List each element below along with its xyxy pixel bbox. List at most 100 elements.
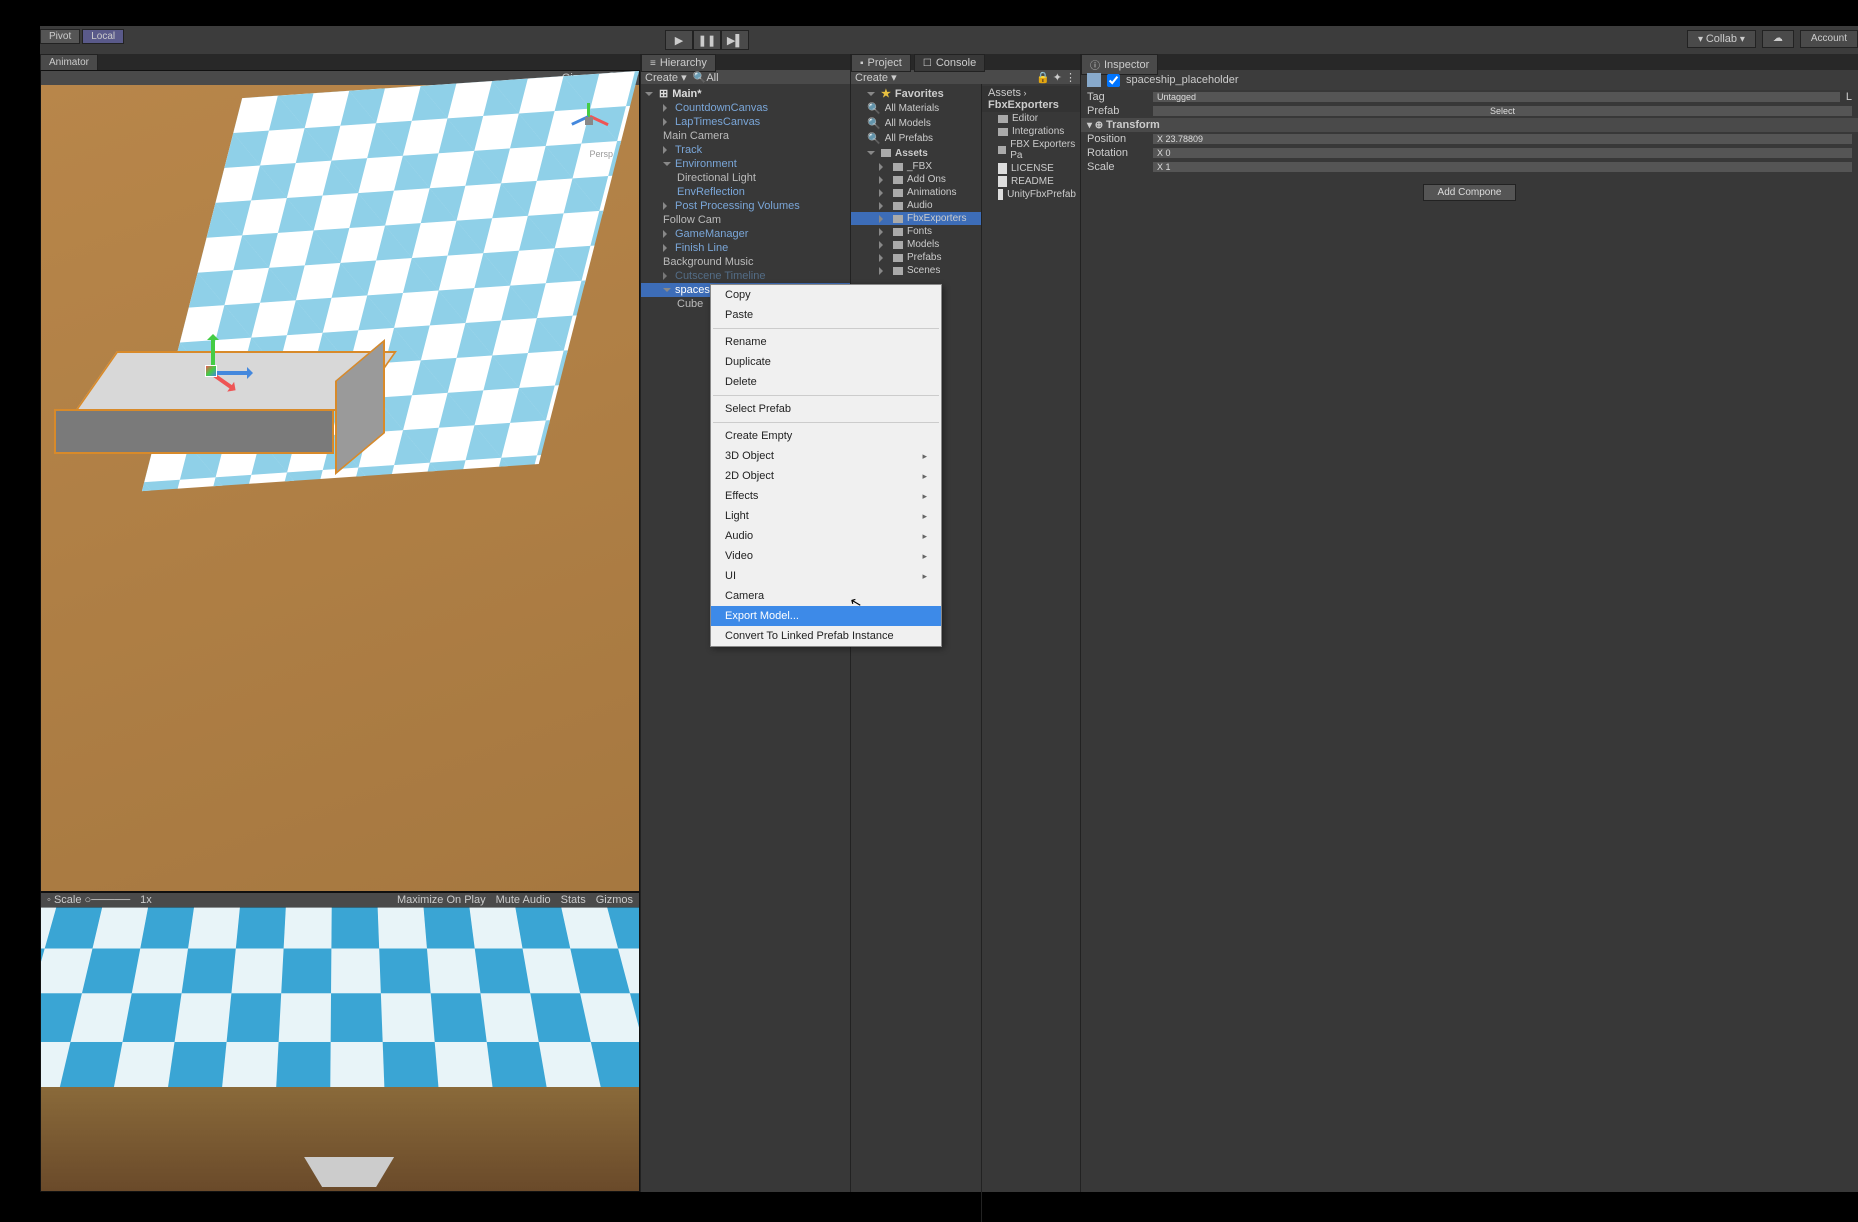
project-asset[interactable]: FBX Exporters Pa: [982, 138, 1080, 162]
context-menu-item[interactable]: Export Model...: [711, 606, 941, 626]
project-folder[interactable]: Fonts: [851, 225, 981, 238]
scale-x-field[interactable]: X 1: [1153, 162, 1852, 172]
crumb-0[interactable]: Assets: [988, 87, 1021, 99]
cloud-button[interactable]: ☁: [1762, 30, 1794, 48]
project-asset[interactable]: Integrations: [982, 125, 1080, 138]
hierarchy-item[interactable]: Main Camera: [641, 129, 850, 143]
hierarchy-scene-row[interactable]: ⊞ Main*: [641, 86, 850, 101]
tag-dropdown[interactable]: Untagged: [1153, 92, 1840, 102]
hierarchy-item[interactable]: Background Music: [641, 255, 850, 269]
prefab-select-button[interactable]: Select: [1153, 106, 1852, 116]
maximize-toggle[interactable]: Maximize On Play: [397, 894, 486, 906]
add-component-button[interactable]: Add Compone: [1423, 184, 1517, 201]
project-folder[interactable]: Audio: [851, 199, 981, 212]
hierarchy-search-hint: All: [706, 72, 718, 84]
favorites-label: Favorites: [895, 88, 944, 100]
assets-header[interactable]: Assets: [851, 146, 981, 160]
hierarchy-scene-name: Main*: [672, 88, 701, 100]
local-toggle[interactable]: Local: [82, 29, 124, 44]
context-menu-item[interactable]: UI▸: [711, 566, 941, 586]
play-button[interactable]: ▶: [665, 30, 693, 50]
context-menu-item[interactable]: Duplicate: [711, 352, 941, 372]
context-menu-item[interactable]: Effects▸: [711, 486, 941, 506]
console-tab[interactable]: ☐ Console: [914, 54, 985, 72]
project-tab[interactable]: ▪ Project: [851, 54, 911, 72]
rotation-label: Rotation: [1087, 147, 1147, 159]
context-menu-item[interactable]: Select Prefab: [711, 399, 941, 419]
favorites-header[interactable]: ★Favorites: [851, 86, 981, 101]
console-tab-label: Console: [936, 57, 976, 69]
project-tools[interactable]: 🔒 ✦ ⋮: [1036, 71, 1076, 84]
gameobject-icon[interactable]: [1087, 73, 1101, 87]
pivot-toggle[interactable]: Pivot: [40, 29, 80, 44]
project-create[interactable]: Create ▾: [855, 71, 897, 84]
hierarchy-item[interactable]: Finish Line: [641, 241, 850, 255]
hierarchy-item[interactable]: GameManager: [641, 227, 850, 241]
gameobject-name-field[interactable]: spaceship_placeholder: [1126, 74, 1852, 86]
persp-label[interactable]: Persp: [589, 149, 613, 159]
pause-button[interactable]: ❚❚: [693, 30, 721, 50]
hierarchy-item[interactable]: EnvReflection: [641, 185, 850, 199]
account-dropdown[interactable]: Account: [1800, 30, 1858, 48]
project-folder[interactable]: Scenes: [851, 264, 981, 277]
inspector-tab-label: Inspector: [1104, 59, 1149, 71]
context-menu-item[interactable]: Video▸: [711, 546, 941, 566]
scene-view[interactable]: Gizmos 🔍All Persp: [40, 70, 640, 892]
stats-toggle[interactable]: Stats: [561, 894, 586, 906]
project-asset[interactable]: UnityFbxPrefab: [982, 188, 1080, 201]
project-asset[interactable]: LICENSE: [982, 162, 1080, 175]
inspector-tab[interactable]: ⓘ Inspector: [1081, 54, 1158, 75]
hierarchy-item[interactable]: Directional Light: [641, 171, 850, 185]
project-folder[interactable]: Models: [851, 238, 981, 251]
hierarchy-item[interactable]: Track: [641, 143, 850, 157]
prefab-label: Prefab: [1087, 105, 1147, 117]
hierarchy-create-label: Create: [645, 72, 678, 84]
project-asset[interactable]: README: [982, 175, 1080, 188]
hierarchy-item[interactable]: CountdownCanvas: [641, 101, 850, 115]
position-x-field[interactable]: X 23.78809: [1153, 134, 1852, 144]
hierarchy-item[interactable]: LapTimesCanvas: [641, 115, 850, 129]
step-button[interactable]: ▶▌: [721, 30, 749, 50]
project-folder[interactable]: Add Ons: [851, 173, 981, 186]
context-menu-item[interactable]: Rename: [711, 332, 941, 352]
favorite-search[interactable]: 🔍All Prefabs: [851, 131, 981, 146]
project-folder[interactable]: Animations: [851, 186, 981, 199]
context-menu-item[interactable]: Copy: [711, 285, 941, 305]
selected-cube-mesh[interactable]: [96, 351, 386, 471]
context-menu-item[interactable]: Convert To Linked Prefab Instance: [711, 626, 941, 646]
context-menu-item[interactable]: Camera: [711, 586, 941, 606]
rotation-x-field[interactable]: X 0: [1153, 148, 1852, 158]
project-folder[interactable]: Prefabs: [851, 251, 981, 264]
collab-dropdown[interactable]: ▾ Collab ▾: [1687, 30, 1756, 48]
context-menu-item[interactable]: 2D Object▸: [711, 466, 941, 486]
project-folder[interactable]: _FBX: [851, 160, 981, 173]
gizmo-center[interactable]: [205, 365, 217, 377]
context-menu-item[interactable]: Create Empty: [711, 426, 941, 446]
context-menu-item[interactable]: 3D Object▸: [711, 446, 941, 466]
hierarchy-item[interactable]: Post Processing Volumes: [641, 199, 850, 213]
gameobject-active-checkbox[interactable]: [1107, 74, 1120, 87]
hierarchy-tab[interactable]: ≡ Hierarchy: [641, 54, 716, 72]
tag-label: Tag: [1087, 91, 1147, 103]
context-menu-item[interactable]: Delete: [711, 372, 941, 392]
mute-toggle[interactable]: Mute Audio: [496, 894, 551, 906]
crumb-1[interactable]: FbxExporters: [988, 99, 1059, 111]
hierarchy-create[interactable]: Create ▾: [645, 71, 687, 84]
orientation-gizmo[interactable]: [559, 91, 619, 151]
hierarchy-item[interactable]: Environment: [641, 157, 850, 171]
favorite-search[interactable]: 🔍All Materials: [851, 101, 981, 116]
context-menu-item[interactable]: Paste: [711, 305, 941, 325]
hierarchy-item[interactable]: Follow Cam: [641, 213, 850, 227]
project-asset[interactable]: Editor: [982, 112, 1080, 125]
transform-component-header[interactable]: ▾ ⊕ Transform: [1081, 118, 1858, 132]
favorite-search[interactable]: 🔍All Models: [851, 116, 981, 131]
hierarchy-item[interactable]: Cutscene Timeline: [641, 269, 850, 283]
hierarchy-search[interactable]: 🔍All: [693, 71, 719, 84]
context-menu-item[interactable]: Light▸: [711, 506, 941, 526]
animator-tab[interactable]: Animator: [40, 54, 98, 71]
project-breadcrumb[interactable]: Assets › FbxExporters: [982, 86, 1080, 112]
context-menu-item[interactable]: Audio▸: [711, 526, 941, 546]
project-folder[interactable]: FbxExporters: [851, 212, 981, 225]
game-gizmos-toggle[interactable]: Gizmos: [596, 894, 633, 906]
game-view[interactable]: ◦ Scale ○───── 1x Maximize On Play Mute …: [40, 892, 640, 1192]
